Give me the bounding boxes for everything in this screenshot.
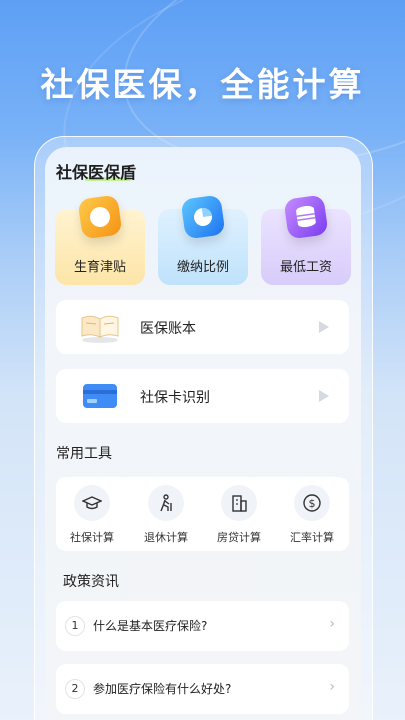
feature-label: 生育津贴 [73, 260, 126, 275]
baby-bottle-icon [77, 194, 123, 240]
news-section-title: 政策资讯 [63, 574, 119, 590]
tool-label: 汇率计算 [290, 531, 334, 544]
tool-retirement-calc[interactable]: 退休计算 [136, 485, 196, 545]
arrow-right-icon [319, 321, 329, 333]
feature-card-maternity[interactable]: 生育津贴 [55, 194, 145, 285]
graduation-cap-icon [74, 485, 110, 521]
row-label: 医保账本 [140, 321, 196, 337]
news-item[interactable]: 2 参加医疗保险有什么好处? › [56, 664, 349, 714]
tool-label: 房贷计算 [217, 531, 261, 544]
row-label: 社保卡识别 [140, 390, 210, 406]
tool-label: 退休计算 [144, 531, 188, 544]
card-icon [83, 384, 117, 408]
card-recognition-row[interactable]: 社保卡识别 [56, 369, 349, 423]
news-item[interactable]: 1 什么是基本医疗保险? › [56, 601, 349, 651]
building-icon [221, 485, 257, 521]
walking-elder-icon [148, 485, 184, 521]
feature-label: 最低工资 [279, 260, 332, 275]
news-text: 什么是基本医疗保险? [93, 619, 208, 633]
news-text: 参加医疗保险有什么好处? [93, 682, 232, 696]
news-number: 1 [65, 616, 85, 636]
app-title: 社保医保盾 [56, 163, 137, 182]
dollar-circle-icon: $ [294, 485, 330, 521]
tools-panel: 社保计算 退休计算 房贷计算 $ 汇率计算 [56, 477, 349, 551]
news-number: 2 [65, 679, 85, 699]
tool-mortgage-calc[interactable]: 房贷计算 [209, 485, 269, 545]
coins-stack-icon [283, 194, 329, 240]
feature-label: 缴纳比例 [176, 260, 229, 275]
tool-label: 社保计算 [70, 531, 114, 544]
tools-section-title: 常用工具 [56, 446, 112, 462]
medical-ledger-row[interactable]: 医保账本 [56, 300, 349, 354]
chevron-right-icon: › [329, 616, 335, 632]
pie-chart-icon [180, 194, 226, 240]
arrow-right-icon [319, 390, 329, 402]
book-icon [81, 315, 119, 343]
tool-exchange-rate-calc[interactable]: $ 汇率计算 [282, 485, 342, 545]
chevron-right-icon: › [329, 679, 335, 695]
feature-card-min-wage[interactable]: 最低工资 [261, 194, 351, 285]
app-screen: 社保医保盾 生育津贴 缴纳比例 最低工资 医保账本 社保卡识别 常用工具 社保计… [45, 147, 361, 720]
svg-text:$: $ [309, 497, 316, 510]
tool-social-security-calc[interactable]: 社保计算 [62, 485, 122, 545]
promo-headline: 社保医保，全能计算 [40, 65, 365, 104]
feature-card-ratio[interactable]: 缴纳比例 [158, 194, 248, 285]
